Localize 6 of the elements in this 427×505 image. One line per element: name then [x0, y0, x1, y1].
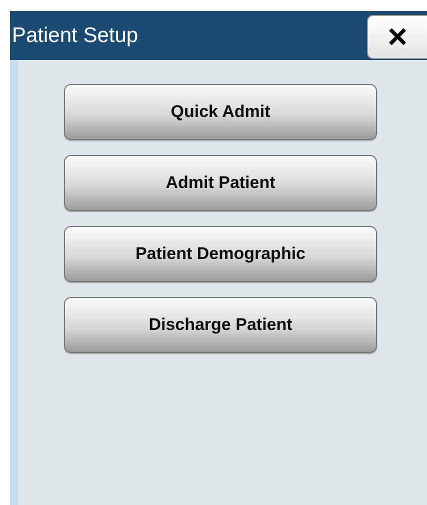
menu-button[interactable]: Admit Patient — [64, 155, 377, 211]
window-title: Patient Setup — [12, 24, 138, 48]
menu-button[interactable]: Patient Demographic — [64, 226, 377, 282]
menu-button[interactable]: Quick Admit — [64, 84, 377, 140]
menu-button[interactable]: Discharge Patient — [64, 297, 377, 353]
close-button[interactable]: × — [367, 14, 427, 58]
